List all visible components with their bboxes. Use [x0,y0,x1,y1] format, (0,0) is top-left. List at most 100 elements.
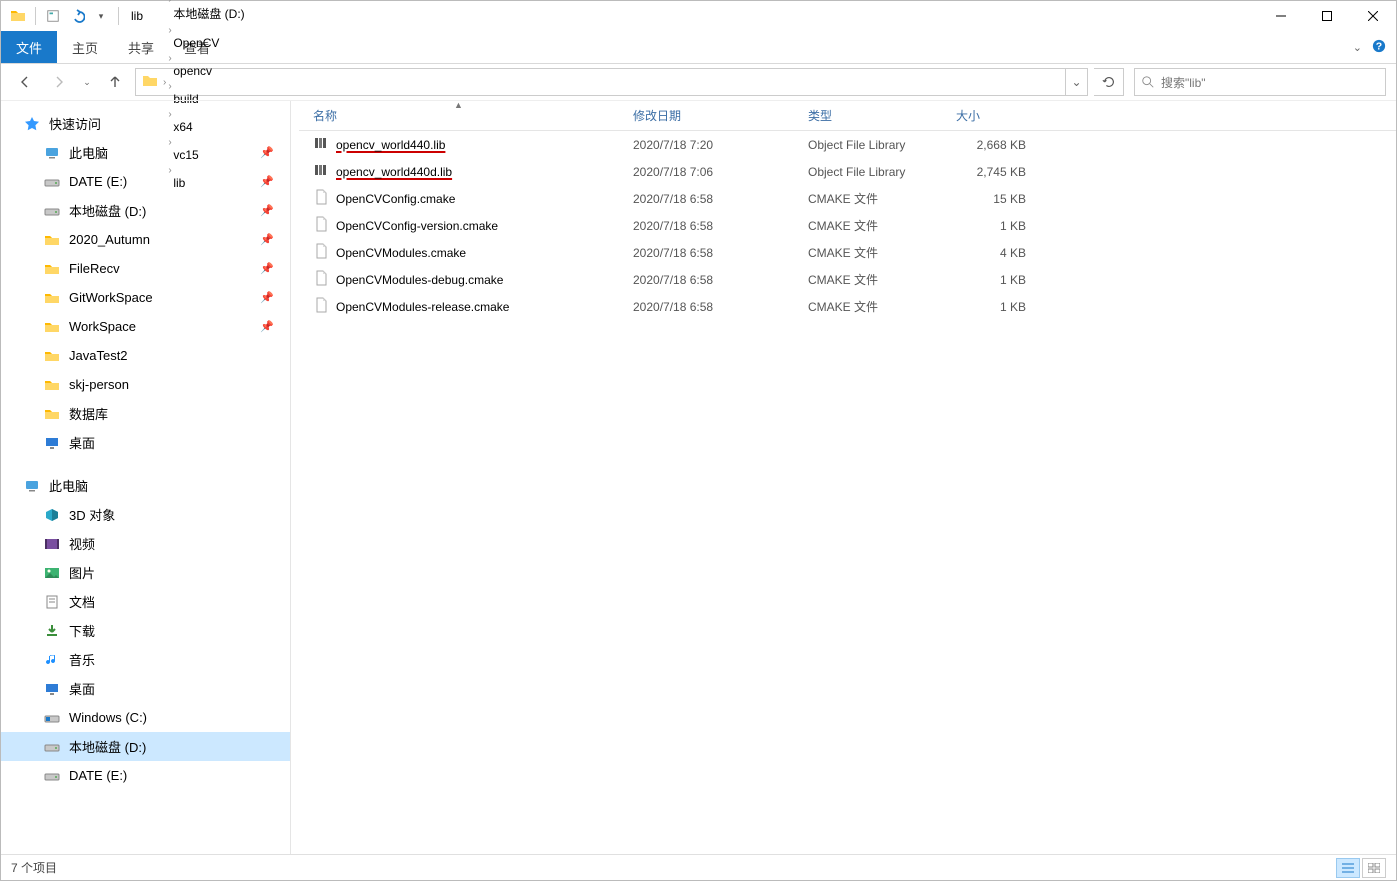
col-header-size[interactable]: 大小 [942,101,1042,130]
sidebar-item[interactable]: 图片 [1,558,290,587]
sidebar-item[interactable]: FileRecv📌 [1,254,290,283]
status-bar: 7 个项目 [1,854,1396,880]
nav-row: ⌄ › 此电脑›本地磁盘 (D:)›OpenCV›opencv›build›x6… [1,64,1396,100]
sidebar[interactable]: 快速访问此电脑📌DATE (E:)📌本地磁盘 (D:)📌2020_Autumn📌… [1,101,291,854]
drive-icon [43,174,61,190]
sidebar-item[interactable]: 桌面 [1,674,290,703]
sidebar-item[interactable]: 2020_Autumn📌 [1,225,290,254]
file-name: OpenCVConfig-version.cmake [336,219,498,233]
sidebar-item[interactable]: DATE (E:) [1,761,290,790]
nav-back-button[interactable] [11,68,39,96]
address-bar[interactable]: › 此电脑›本地磁盘 (D:)›OpenCV›opencv›build›x64›… [135,68,1088,96]
file-name: OpenCVConfig.cmake [336,192,455,206]
col-header-type[interactable]: 类型 [794,101,942,130]
folder-icon [136,73,162,92]
nav-recent-dropdown[interactable]: ⌄ [79,68,95,96]
ribbon-expand-icon[interactable]: ⌄ [1353,41,1362,54]
tab-share[interactable]: 共享 [113,31,169,63]
sidebar-item[interactable]: 本地磁盘 (D:) [1,732,290,761]
sidebar-item[interactable]: Windows (C:) [1,703,290,732]
tab-file[interactable]: 文件 [1,31,57,63]
file-row[interactable]: OpenCVModules.cmake 2020/7/18 6:58CMAKE 文… [299,239,1396,266]
splitter[interactable] [291,101,299,854]
divider [35,7,36,25]
sidebar-item[interactable]: 数据库 [1,399,290,428]
sidebar-item[interactable]: 3D 对象 [1,500,290,529]
breadcrumb-sep[interactable]: › [167,25,172,36]
pin-icon: 📌 [260,146,274,159]
address-dropdown-icon[interactable]: ⌄ [1065,69,1087,95]
file-type: CMAKE 文件 [794,244,942,261]
file-row[interactable]: OpenCVModules-debug.cmake2020/7/18 6:58C… [299,266,1396,293]
pin-icon: 📌 [260,291,274,304]
sidebar-item[interactable]: GitWorkSpace📌 [1,283,290,312]
file-date: 2020/7/18 6:58 [619,300,794,314]
breadcrumb-sep[interactable]: › [167,81,172,92]
file-icon [313,243,329,262]
file-size: 15 KB [942,192,1042,206]
window-title: lib [125,9,143,23]
sidebar-quick-access[interactable]: 快速访问 [1,109,290,138]
file-row[interactable]: opencv_world440.lib 2020/7/18 7:20Object … [299,131,1396,158]
star-icon [23,116,41,132]
file-row[interactable]: OpenCVConfig.cmake2020/7/18 6:58CMAKE 文件… [299,185,1396,212]
file-row[interactable]: OpenCVModules-release.cmake 2020/7/18 6:5… [299,293,1396,320]
search-input[interactable]: 搜索"lib" [1134,68,1386,96]
file-size: 2,668 KB [942,138,1042,152]
sidebar-item[interactable]: WorkSpace📌 [1,312,290,341]
nav-up-button[interactable] [101,68,129,96]
pc-icon [23,478,41,494]
file-name: opencv_world440.lib [336,138,445,152]
sidebar-item[interactable]: skj-person [1,370,290,399]
qat-undo-icon[interactable] [66,5,88,27]
file-type: CMAKE 文件 [794,271,942,288]
file-date: 2020/7/18 7:20 [619,138,794,152]
sidebar-item[interactable]: 音乐 [1,645,290,674]
file-row[interactable]: OpenCVConfig-version.cmake2020/7/18 6:58… [299,212,1396,239]
breadcrumb-item[interactable]: 本地磁盘 (D:) [167,5,250,22]
sidebar-item[interactable]: 本地磁盘 (D:)📌 [1,196,290,225]
col-header-name[interactable]: 名称▲ [299,101,619,130]
help-icon[interactable]: ? [1372,39,1386,56]
breadcrumb-item[interactable]: opencv [167,64,250,78]
refresh-button[interactable] [1094,68,1124,96]
pin-icon: 📌 [260,262,274,275]
sidebar-item[interactable]: JavaTest2 [1,341,290,370]
file-list[interactable]: 名称▲ 修改日期 类型 大小 opencv_world440.lib 2020/7… [299,101,1396,854]
view-thumbnails-button[interactable] [1362,858,1386,878]
qat-properties-icon[interactable] [42,5,64,27]
breadcrumb-item[interactable]: OpenCV [167,36,250,50]
pin-icon: 📌 [260,204,274,217]
folder-icon [43,348,61,364]
sidebar-item[interactable]: 此电脑📌 [1,138,290,167]
maximize-button[interactable] [1304,1,1350,31]
file-size: 4 KB [942,246,1042,260]
search-placeholder: 搜索"lib" [1161,74,1206,91]
sidebar-item[interactable]: 下载 [1,616,290,645]
col-header-date[interactable]: 修改日期 [619,101,794,130]
breadcrumb-sep[interactable]: › [167,53,172,64]
qat-dropdown-icon[interactable]: ▾ [90,5,112,27]
file-date: 2020/7/18 7:06 [619,165,794,179]
sidebar-item[interactable]: DATE (E:)📌 [1,167,290,196]
sidebar-this-pc[interactable]: 此电脑 [1,471,290,500]
file-name: OpenCVModules-release.cmake [336,300,509,314]
breadcrumb-sep[interactable]: › [167,0,172,5]
file-name: OpenCVModules.cmake [336,246,466,260]
svg-text:?: ? [1376,40,1382,52]
video-icon [43,536,61,552]
file-type: Object File Library [794,138,942,152]
minimize-button[interactable] [1258,1,1304,31]
close-button[interactable] [1350,1,1396,31]
lib-icon [313,162,329,181]
file-row[interactable]: opencv_world440d.lib2020/7/18 7:06Object… [299,158,1396,185]
sidebar-item[interactable]: 桌面 [1,428,290,457]
nav-forward-button[interactable] [45,68,73,96]
sidebar-item[interactable]: 文档 [1,587,290,616]
desktop-icon [43,435,61,451]
view-details-button[interactable] [1336,858,1360,878]
file-date: 2020/7/18 6:58 [619,246,794,260]
sidebar-item[interactable]: 视频 [1,529,290,558]
downloads-icon [43,623,61,639]
tab-home[interactable]: 主页 [57,31,113,63]
